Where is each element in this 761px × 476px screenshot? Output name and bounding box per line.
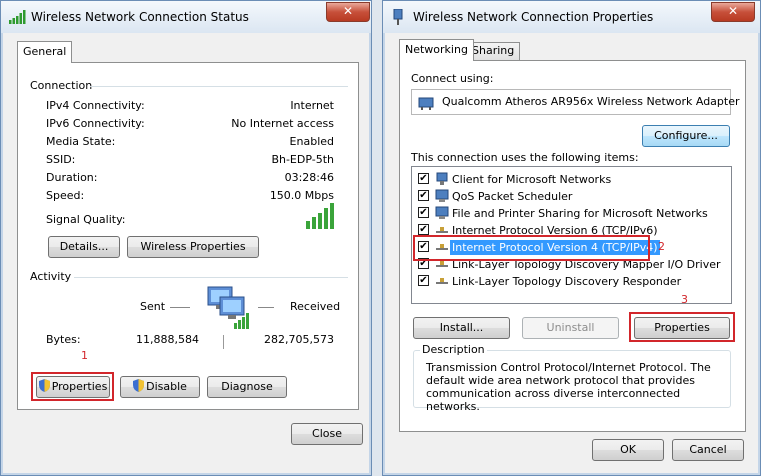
network-service-icon (435, 189, 449, 202)
bytes-label: Bytes: (46, 333, 81, 346)
diagnose-button[interactable]: Diagnose (207, 376, 287, 398)
tab-networking-label: Networking (405, 43, 468, 56)
sent-label: Sent (140, 300, 166, 313)
general-panel: Connection IPv4 Connectivity: Internet I… (17, 62, 359, 410)
bytes-sent-value: 11,888,584 (136, 333, 199, 346)
ipv6-value: No Internet access (231, 117, 334, 130)
received-line (258, 307, 274, 308)
wireless-signal-icon (9, 10, 26, 24)
connect-using-label: Connect using: (411, 72, 494, 85)
item-label: File and Printer Sharing for Microsoft N… (452, 207, 708, 220)
connection-divider (90, 86, 348, 87)
media-state-value: Enabled (289, 135, 334, 148)
cancel-button[interactable]: Cancel (672, 439, 744, 461)
step-2-marker: 2 (658, 240, 665, 253)
ok-button[interactable]: OK (592, 439, 664, 461)
checkbox-ipv6[interactable]: ✔ (418, 224, 429, 235)
adapter-box: Qualcomm Atheros AR956x Wireless Network… (411, 89, 740, 115)
description-group: Description Transmission Control Protoco… (413, 343, 731, 413)
ipv4-highlight-box (413, 235, 650, 261)
tcpip-properties-button[interactable]: Properties (634, 317, 730, 339)
uac-shield-icon (38, 379, 50, 392)
network-service-icon (435, 206, 449, 219)
network-client-icon (436, 172, 448, 185)
speed-label: Speed: (46, 189, 85, 202)
tab-general[interactable]: General (17, 41, 73, 63)
bytes-separator (223, 335, 224, 349)
duration-label: Duration: (46, 171, 98, 184)
uninstall-button[interactable]: Uninstall (522, 317, 619, 339)
configure-button[interactable]: Configure... (642, 125, 730, 147)
disable-button[interactable]: Disable (120, 376, 200, 398)
sent-line (170, 307, 190, 308)
media-state-label: Media State: (46, 135, 116, 148)
status-close-button[interactable]: Close (291, 423, 363, 445)
speed-value: 150.0 Mbps (269, 189, 334, 202)
item-label: Client for Microsoft Networks (452, 173, 612, 186)
checkbox-file-printer-sharing[interactable]: ✔ (418, 207, 429, 218)
checkbox-client-ms-networks[interactable]: ✔ (418, 173, 429, 184)
signal-quality-label: Signal Quality: (46, 213, 126, 226)
description-header: Description (420, 343, 487, 356)
status-properties-label: Properties (51, 380, 108, 393)
step-1-marker: 1 (81, 349, 88, 362)
activity-divider (74, 277, 348, 278)
ipv4-value: Internet (290, 99, 334, 112)
adapter-name: Qualcomm Atheros AR956x Wireless Network… (442, 95, 740, 108)
received-label: Received (290, 300, 341, 313)
description-text: Transmission Control Protocol/Internet P… (426, 361, 711, 413)
status-window-title: Wireless Network Connection Status (31, 10, 249, 24)
ipv4-label: IPv4 Connectivity: (46, 99, 145, 112)
properties-window-close-icon[interactable]: ✕ (711, 2, 755, 22)
disable-label: Disable (146, 380, 187, 393)
item-label: Link-Layer Topology Discovery Responder (452, 275, 682, 288)
duration-value: 03:28:46 (284, 171, 334, 184)
status-window-close-icon[interactable]: ✕ (326, 2, 370, 22)
checkbox-lltd-responder[interactable]: ✔ (418, 275, 429, 286)
tab-networking[interactable]: Networking (399, 39, 474, 61)
activity-header: Activity (30, 270, 72, 283)
bytes-received-value: 282,705,573 (264, 333, 334, 346)
protocol-icon (436, 278, 448, 284)
tab-sharing[interactable]: Sharing (466, 42, 521, 60)
details-button[interactable]: Details... (48, 236, 120, 258)
step-3-marker: 3 (681, 293, 688, 306)
signal-strength-icon (306, 203, 334, 229)
ssid-value: Bh-EDP-5th (271, 153, 334, 166)
checkbox-qos[interactable]: ✔ (418, 190, 429, 201)
network-card-icon (418, 97, 434, 110)
properties-window: Wireless Network Connection Properties ✕… (382, 0, 761, 476)
ipv6-label: IPv6 Connectivity: (46, 117, 145, 130)
properties-window-title: Wireless Network Connection Properties (413, 10, 654, 24)
network-adapter-icon (393, 9, 403, 25)
tab-general-label: General (23, 45, 67, 58)
install-button[interactable]: Install... (413, 317, 510, 339)
ssid-label: SSID: (46, 153, 76, 166)
status-titlebar[interactable]: Wireless Network Connection Status ✕ (1, 1, 371, 33)
uac-shield-icon (133, 379, 145, 392)
properties-titlebar[interactable]: Wireless Network Connection Properties ✕ (383, 1, 760, 33)
tab-sharing-label: Sharing (472, 44, 515, 57)
networking-panel: Connect using: Qualcomm Atheros AR956x W… (399, 60, 746, 432)
item-label: QoS Packet Scheduler (452, 190, 573, 203)
items-label: This connection uses the following items… (411, 151, 639, 164)
network-computers-icon (207, 286, 249, 329)
wireless-properties-button[interactable]: Wireless Properties (127, 236, 259, 258)
status-window: Wireless Network Connection Status ✕ Gen… (0, 0, 372, 476)
connection-header: Connection (30, 79, 93, 92)
status-properties-button[interactable]: Properties (36, 376, 110, 398)
